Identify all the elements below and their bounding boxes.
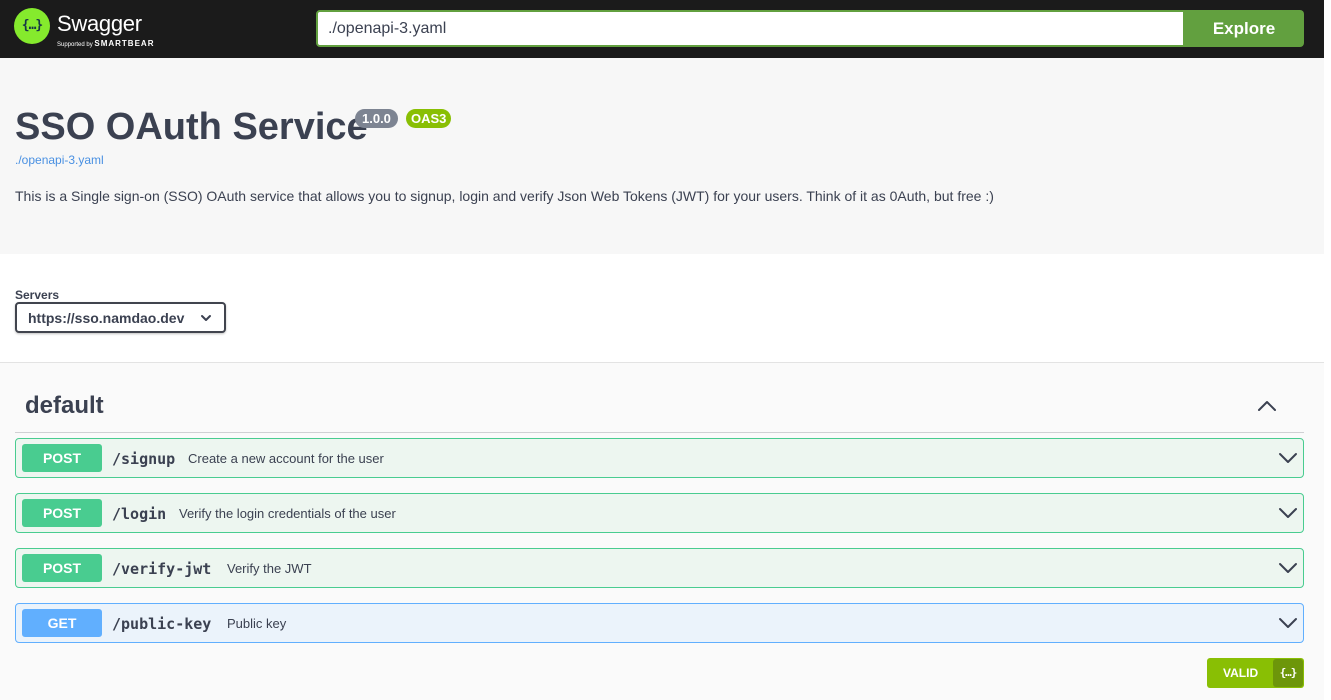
chevron-down-icon[interactable]	[1278, 561, 1298, 575]
servers-select[interactable]: https://sso.namdao.dev	[15, 302, 226, 333]
method-badge: GET	[22, 609, 102, 637]
servers-selected-value: https://sso.namdao.dev	[28, 310, 185, 326]
tag-divider	[15, 432, 1304, 433]
operation-summary: Public key	[227, 616, 287, 631]
operation-summary: Verify the JWT	[227, 561, 312, 576]
spec-link[interactable]: ./openapi-3.yaml	[15, 153, 104, 167]
operation-public-key[interactable]: GET /public-key Public key	[15, 603, 1304, 643]
operation-path: /public-key	[112, 615, 212, 633]
logo-icon: {…}	[14, 8, 50, 44]
method-badge: POST	[22, 444, 102, 472]
version-badge: 1.0.0	[355, 109, 398, 128]
operation-summary: Verify the login credentials of the user	[179, 506, 396, 521]
servers-label: Servers	[15, 288, 60, 302]
topbar: {…} Swagger Supported by SMARTBEAR Explo…	[0, 0, 1324, 58]
chevron-down-icon	[201, 315, 211, 321]
operation-path: /login	[112, 505, 167, 523]
swagger-logo[interactable]: {…} Swagger Supported by SMARTBEAR	[14, 8, 164, 50]
validator-badge[interactable]: VALID {…}	[1207, 658, 1304, 688]
api-description: This is a Single sign-on (SSO) OAuth ser…	[15, 188, 994, 204]
operation-verify-jwt[interactable]: POST /verify-jwt Verify the JWT	[15, 548, 1304, 588]
page-edge	[1324, 0, 1331, 700]
validator-icon: {…}	[1279, 666, 1298, 679]
method-badge: POST	[22, 499, 102, 527]
chevron-down-icon[interactable]	[1278, 506, 1298, 520]
logo-subtitle: Supported by SMARTBEAR	[57, 39, 155, 48]
chevron-up-icon[interactable]	[1256, 397, 1278, 415]
method-badge: POST	[22, 554, 102, 582]
tag-title[interactable]: default	[25, 392, 104, 420]
oas-badge: OAS3	[406, 109, 452, 128]
explore-button[interactable]: Explore	[1184, 10, 1304, 47]
info-section: SSO OAuth Service 1.0.0 OAS3 ./openapi-3…	[0, 58, 1324, 254]
operation-signup[interactable]: POST /signup Create a new account for th…	[15, 438, 1304, 478]
logo-title: Swagger	[57, 11, 142, 36]
page-title: SSO OAuth Service	[15, 106, 368, 148]
chevron-down-icon[interactable]	[1278, 451, 1298, 465]
operation-login[interactable]: POST /login Verify the login credentials…	[15, 493, 1304, 533]
operation-summary: Create a new account for the user	[188, 451, 384, 466]
validator-label: VALID	[1223, 666, 1259, 680]
operation-path: /signup	[112, 450, 176, 468]
spec-url-input[interactable]	[316, 10, 1185, 47]
chevron-down-icon[interactable]	[1278, 616, 1298, 630]
operation-path: /verify-jwt	[112, 560, 212, 578]
